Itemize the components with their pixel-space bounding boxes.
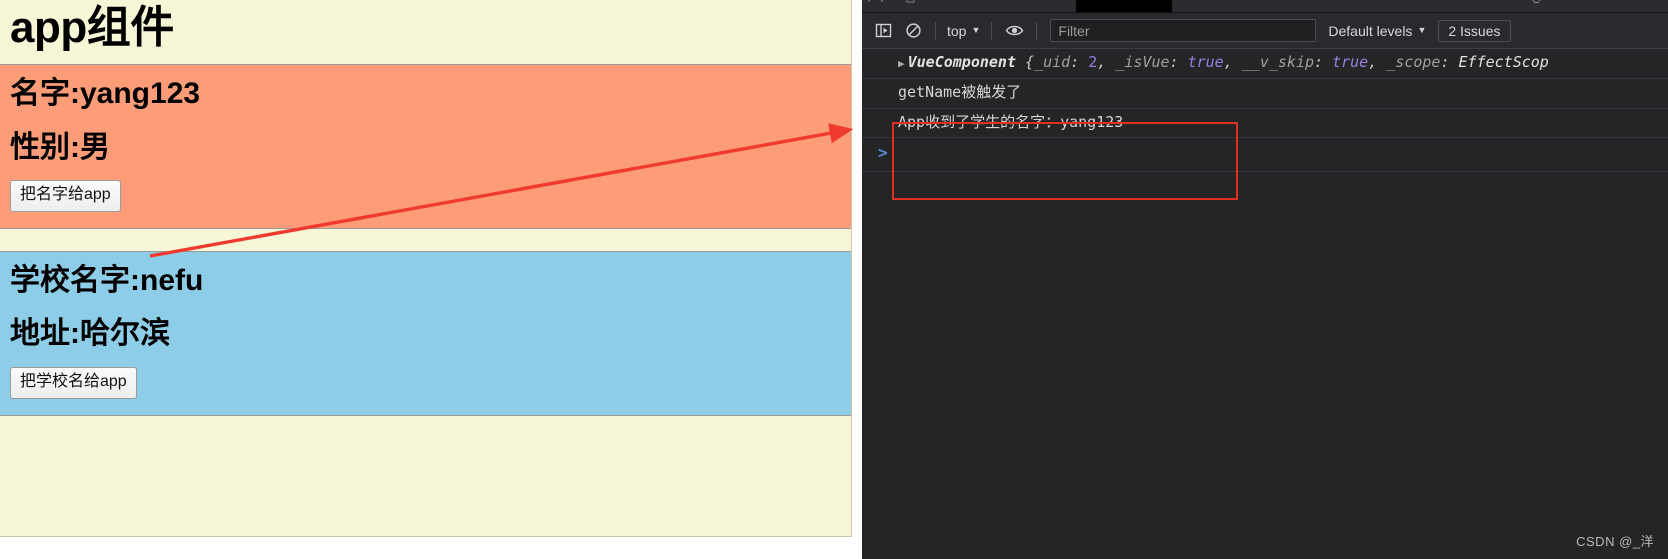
devtools-tabstrip[interactable]: ⌐⌐ ▭ ⟳ (862, 0, 1668, 13)
console-message-text: getName被触发了 (898, 82, 1022, 101)
send-name-to-app-button[interactable]: 把名字给app (10, 180, 121, 212)
object-prop-key: _scope (1386, 53, 1441, 71)
watermark: CSDN @_洋 (1576, 534, 1654, 549)
object-prop-comma: , (1097, 53, 1116, 71)
section-gap (0, 228, 851, 251)
student-component-box: 名字:yang123 性别:男 把名字给app (0, 64, 851, 229)
object-prop-sep: : (1169, 53, 1188, 71)
object-prop-sep: : (1440, 53, 1459, 71)
execution-context-selector[interactable]: top ▼ (943, 21, 984, 41)
console-row-object[interactable]: ▶ VueComponent {_uid: 2, _isVue: true, __… (862, 49, 1668, 79)
school-name-line: 学校名字:nefu (10, 263, 204, 297)
school-component-box: 学校名字:nefu 地址:哈尔滨 把学校名给app (0, 250, 851, 416)
chevron-down-icon: ▼ (971, 25, 981, 35)
object-prop-value: true (1187, 53, 1224, 71)
page-title: app组件 (10, 3, 174, 52)
tabstrip-left-icons[interactable]: ⌐⌐ ▭ (868, 0, 919, 8)
toolbar-divider-1 (935, 21, 936, 40)
object-prop-value: 2 (1088, 53, 1098, 71)
log-levels-selector[interactable]: Default levels ▼ (1328, 23, 1426, 39)
issues-badge[interactable]: 2 Issues (1438, 19, 1511, 42)
prompt-caret-icon: > (878, 143, 888, 163)
console-message-text: App收到了学生的名字：yang123 (898, 112, 1124, 131)
send-school-to-app-button[interactable]: 把学校名给app (10, 366, 137, 399)
object-prop-value: true (1332, 53, 1369, 71)
object-class-name: VueComponent (907, 53, 1016, 71)
chevron-down-icon: ▼ (1417, 25, 1427, 35)
student-name-line: 名字:yang123 (10, 77, 201, 110)
expand-triangle-icon[interactable]: ▶ (898, 57, 905, 70)
app-component-box: app组件 名字:yang123 性别:男 把名字给app 学校名字:nefu … (0, 0, 852, 537)
console-row-message[interactable]: getName被触发了 (862, 79, 1668, 109)
object-prop-comma: , (1368, 53, 1387, 71)
console-prompt-row[interactable]: > (862, 138, 1668, 173)
browser-page: app组件 名字:yang123 性别:男 把名字给app 学校名字:nefu … (0, 0, 862, 559)
object-prop-sep: : (1314, 53, 1333, 71)
student-gender-line: 性别:男 (10, 130, 110, 164)
screenshot-root: app组件 名字:yang123 性别:男 把名字给app 学校名字:nefu … (0, 0, 1668, 559)
object-prop-key: __v_skip (1241, 53, 1315, 71)
object-prop-comma: , (1223, 53, 1242, 71)
log-levels-label: Default levels (1328, 22, 1413, 39)
console-row-message[interactable]: App收到了学生的名字：yang123 (862, 109, 1668, 139)
toolbar-divider-2 (991, 21, 993, 40)
sidebar-toggle-icon[interactable] (868, 18, 898, 44)
school-address-line: 地址:哈尔滨 (10, 317, 170, 351)
tabstrip-active-tab[interactable] (1076, 0, 1172, 12)
execution-context-label: top (947, 22, 967, 39)
clear-console-icon[interactable] (898, 18, 928, 44)
filter-input[interactable] (1050, 19, 1317, 42)
toolbar-divider-3 (1036, 21, 1038, 40)
object-prop-value: EffectScop (1458, 53, 1549, 71)
object-prop-key: _isVue (1115, 53, 1170, 71)
devtools-panel: ⌐⌐ ▭ ⟳ top ▼ Filter Default levels ▼ 2 I… (862, 0, 1668, 559)
console-toolbar: top ▼ Default levels ▼ 2 Issues (862, 13, 1668, 49)
eye-icon[interactable] (999, 18, 1029, 44)
object-prop-key: _uid (1034, 53, 1071, 71)
tabstrip-right-icon[interactable]: ⟳ (1532, 0, 1543, 8)
object-prop-sep: : (1070, 53, 1089, 71)
object-open-brace: { (1016, 53, 1035, 71)
console-log-area: ▶ VueComponent {_uid: 2, _isVue: true, __… (862, 49, 1668, 200)
